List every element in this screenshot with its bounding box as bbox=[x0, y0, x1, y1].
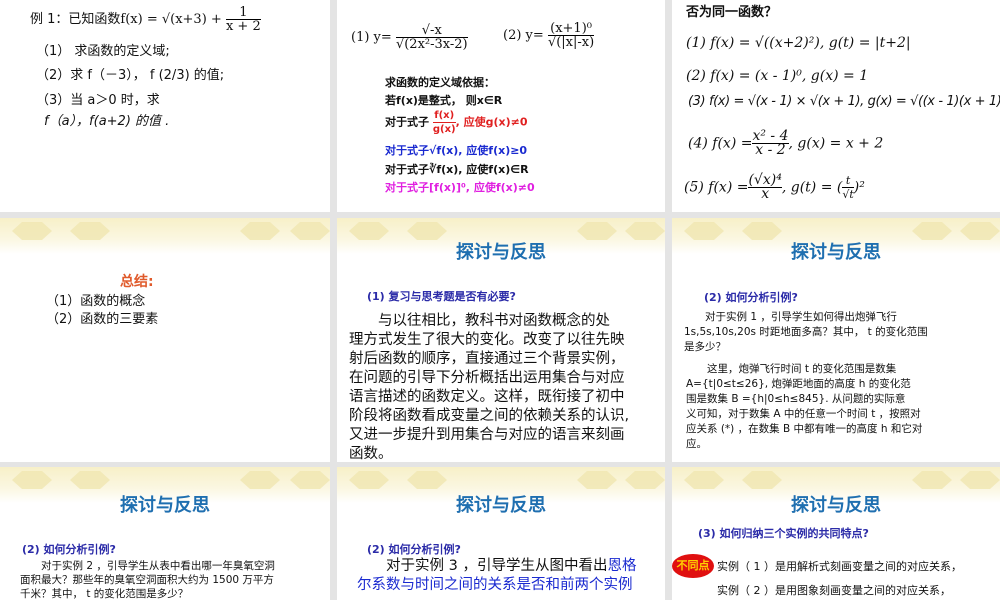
question: (2) 如何分析引例? bbox=[22, 543, 116, 556]
paragraph: 与以往相比，教科书对函数概念的处 理方式发生了很大的变化。改变了以往先映 射后函数的… bbox=[349, 313, 630, 462]
pair-5: (5) f(x) = (√x)⁴ x, g(t) = (t √t)² bbox=[684, 172, 865, 202]
summary-item-1: （1）函数的概念 bbox=[46, 294, 146, 309]
slide-title: 探讨与反思 bbox=[791, 242, 881, 263]
difference-line-2: 实例（ 2 ）是用图象刻画变量之间的对应关系， bbox=[717, 584, 951, 597]
question: (2) 如何分析引例? bbox=[367, 543, 461, 556]
pair-4: (4) f(x) = x² - 4x - 2, g(x) = x + 2 bbox=[688, 128, 884, 158]
pair-2: (2) f(x) = (x - 1)⁰, g(x) = 1 bbox=[686, 68, 869, 84]
slide-thumbnail-5[interactable]: 探讨与反思 (1) 复习与思考题是否有必要? 与以往相比，教科书对函数概念的处理… bbox=[337, 218, 665, 462]
slide-title: 探讨与反思 bbox=[120, 495, 210, 516]
pair-3: (3) f(x) = √(x - 1) × √(x + 1), g(x) = √… bbox=[688, 94, 1000, 109]
summary-heading: 总结: bbox=[120, 274, 154, 290]
paragraph: 对于实例 2 ，引导学生从表中看出哪一年臭氧空洞 面积最大？那些年的臭氧空洞面积大… bbox=[20, 560, 275, 600]
rule-zero-power: 对于式子[f(x)]⁰, 应使f(x)≠0 bbox=[385, 181, 535, 194]
slide-thumbnail-3[interactable]: 否为同一函数？ (1) f(x) = √((x+2)²), g(t) = |t+… bbox=[672, 0, 1000, 212]
formula-2: (2) y= (x+1)⁰ √(|x|-x) bbox=[503, 21, 595, 50]
paragraph: 对于实例 3 ，引导学生从图中看出恩格 尔系数与时间之间的关系是否和前两个实例 bbox=[357, 558, 637, 593]
rule-cbrt: 对于式子∛f(x), 应使f(x)∈R bbox=[385, 163, 529, 176]
question: (2) 如何分析引例? bbox=[704, 291, 798, 304]
paragraph-2: 这里，炮弹飞行时间 t 的变化范围是数集 A={t|0≤t≤26}, 炮弹距地面的… bbox=[686, 363, 923, 450]
item-2: （2）求 f（－3）， f (2/3) 的值; bbox=[36, 68, 225, 83]
slide-thumbnail-4[interactable]: 总结: （1）函数的概念 （2）函数的三要素 bbox=[0, 218, 330, 462]
pair-1: (1) f(x) = √((x+2)²), g(t) = |t+2| bbox=[686, 35, 911, 51]
slide-thumbnail-8[interactable]: 探讨与反思 (2) 如何分析引例? 对于实例 3 ，引导学生从图中看出恩格 尔系… bbox=[337, 467, 665, 600]
rule-fraction: 对于式子 f(x) g(x), 应使g(x)≠0 bbox=[385, 110, 528, 135]
formula-1: (1) y= √-x √(2x²-3x-2) bbox=[351, 23, 468, 52]
example-heading: 例 1：已知函数f(x) = √(x+3) + 1x + 2 bbox=[30, 5, 261, 34]
item-4: f（a），f(a+2) 的值 . bbox=[44, 114, 170, 129]
rule-heading: 求函数的定义域依据： bbox=[385, 76, 495, 89]
difference-line-1: 实例（ 1 ）是用解析式刻画变量之间的对应关系， bbox=[717, 560, 962, 573]
slide-thumbnail-7[interactable]: 探讨与反思 (2) 如何分析引例? 对于实例 2 ，引导学生从表中看出哪一年臭氧… bbox=[0, 467, 330, 600]
slide-title: 探讨与反思 bbox=[456, 242, 546, 263]
question-heading: 否为同一函数？ bbox=[686, 5, 778, 20]
slide-thumbnail-9[interactable]: 探讨与反思 (3) 如何归纳三个实例的共同特点? 不同点 实例（ 1 ）是用解析… bbox=[672, 467, 1000, 600]
rule-sqrt: 对于式子√f(x), 应使f(x)≥0 bbox=[385, 144, 528, 157]
item-3: （3）当 a＞0 时，求 bbox=[36, 93, 160, 108]
rule-polynomial: 若f(x)是整式， 则x∈R bbox=[385, 94, 503, 107]
difference-badge: 不同点 bbox=[672, 554, 714, 578]
item-1: （1） 求函数的定义域; bbox=[36, 44, 170, 59]
fraction: 1x + 2 bbox=[225, 5, 261, 34]
slide-title: 探讨与反思 bbox=[791, 495, 881, 516]
slide-thumbnail-6[interactable]: 探讨与反思 (2) 如何分析引例? 对于实例 1 ，引导学生如何得出炮弹飞行 1s… bbox=[672, 218, 1000, 462]
question: (3) 如何归纳三个实例的共同特点? bbox=[698, 527, 869, 540]
summary-item-2: （2）函数的三要素 bbox=[46, 312, 159, 327]
slide-banner bbox=[0, 218, 330, 254]
question: (1) 复习与思考题是否有必要? bbox=[367, 290, 516, 303]
slide-title: 探讨与反思 bbox=[456, 495, 546, 516]
paragraph-1: 对于实例 1 ，引导学生如何得出炮弹飞行 1s,5s,10s,20s 时距地面多高… bbox=[684, 311, 928, 353]
slide-thumbnail-2[interactable]: (1) y= √-x √(2x²-3x-2) (2) y= (x+1)⁰ √(|x|… bbox=[337, 0, 665, 212]
slide-thumbnail-1[interactable]: 例 1：已知函数f(x) = √(x+3) + 1x + 2 （1） 求函数的定… bbox=[0, 0, 330, 212]
